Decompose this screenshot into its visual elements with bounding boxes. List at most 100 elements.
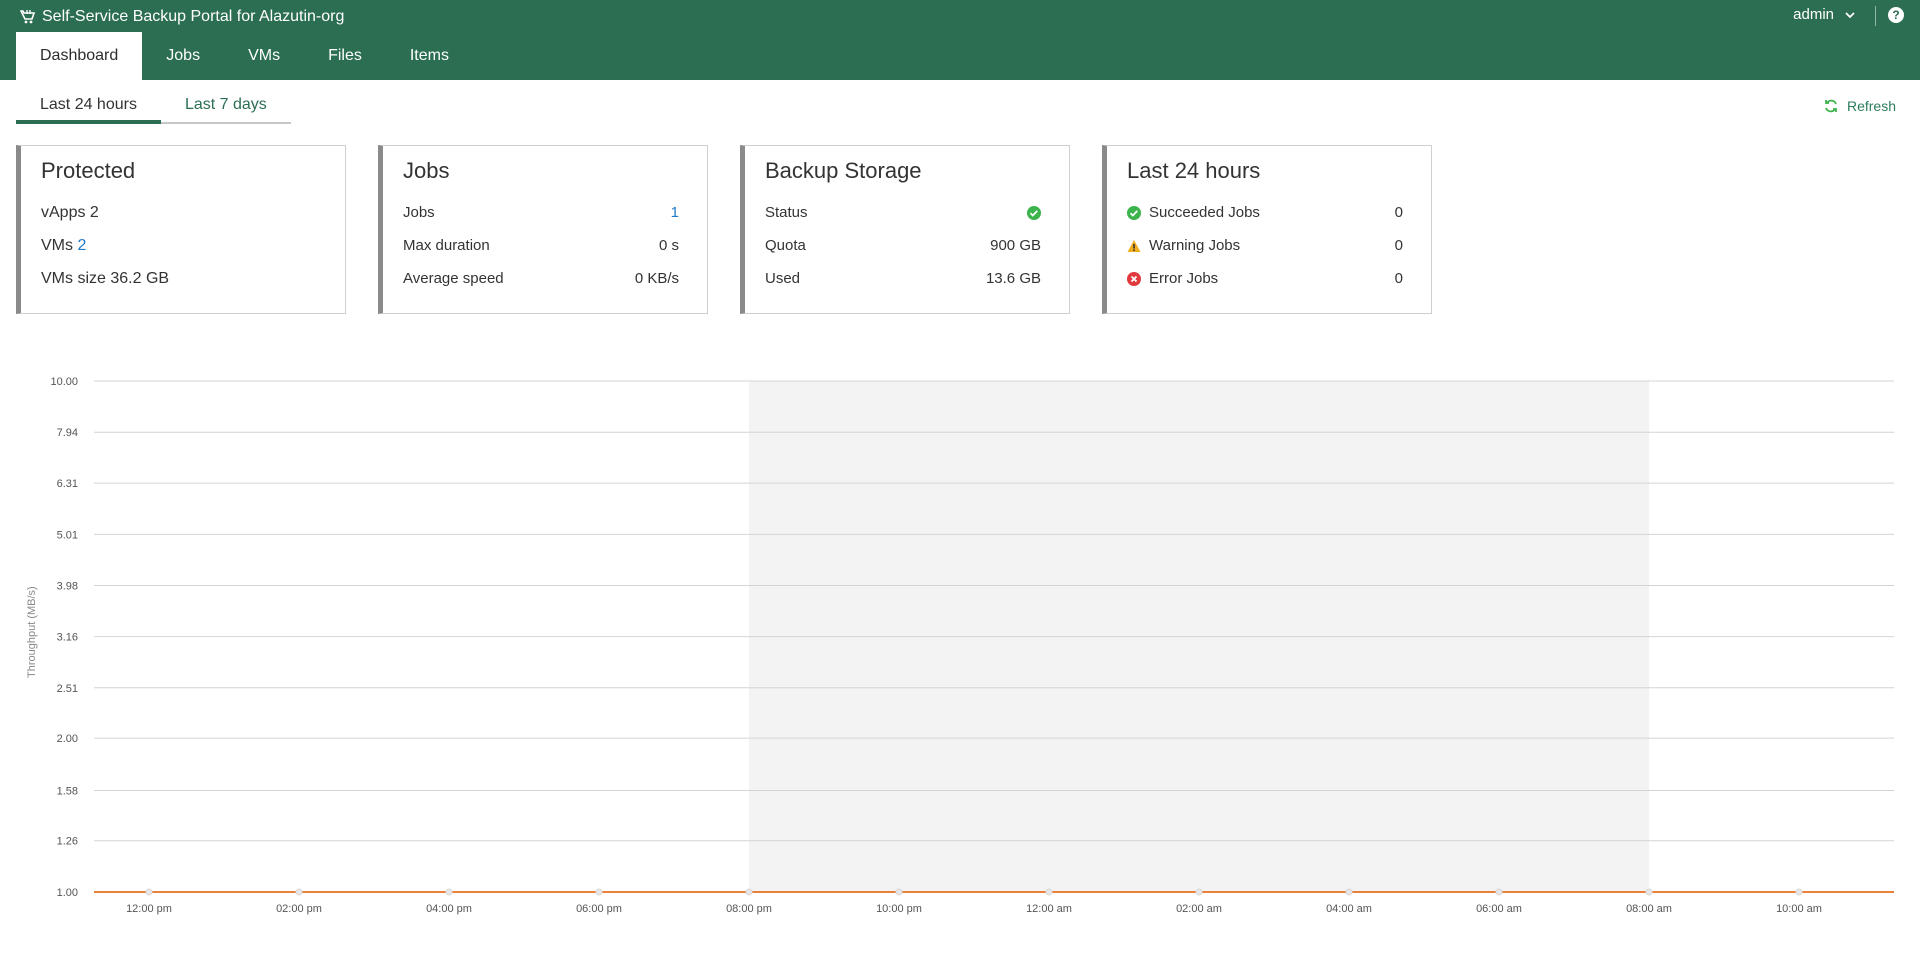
x-tick-label: 12:00 am xyxy=(1026,903,1072,915)
stat-label-group: Warning Jobs xyxy=(1127,237,1240,254)
throughput-chart-svg: 10.00 7.94 6.31 5.01 3.98 3.16 2.51 2.00 1.58 1.2… xyxy=(50,376,1894,915)
x-tick-label: 12:00 pm xyxy=(126,903,172,915)
stat-row-average-speed: Average speed 0 KB/s xyxy=(403,270,679,287)
card-title: Last 24 hours xyxy=(1127,158,1261,183)
last-24-hours-card: Last 24 hours xyxy=(1102,145,1432,314)
stat-label: VMs xyxy=(41,237,73,254)
stat-row-error: Error Jobs 0 xyxy=(1127,270,1403,287)
stat-row-vms-size: VMs size 36.2 GB xyxy=(41,270,317,288)
data-point xyxy=(745,888,753,896)
x-tick-label: 08:00 pm xyxy=(726,903,772,915)
data-point xyxy=(595,888,603,896)
x-tick-label: 04:00 pm xyxy=(426,903,472,915)
stat-label: Average speed xyxy=(403,270,504,287)
y-tick-label: 3.16 xyxy=(57,632,78,644)
stat-row-succeeded: Succeeded Jobs 0 xyxy=(1127,204,1403,221)
stat-label-group: Succeeded Jobs xyxy=(1127,204,1260,221)
card-title: Protected xyxy=(41,158,136,183)
stat-row-status: Status xyxy=(765,204,1041,221)
data-point xyxy=(1045,888,1053,896)
card-title: Backup Storage xyxy=(765,158,922,183)
data-point xyxy=(445,888,453,896)
stat-value: 0 s xyxy=(658,237,679,254)
stat-row-vapps: vApps 2 xyxy=(41,204,317,222)
data-point xyxy=(1495,888,1503,896)
x-tick-label: 10:00 am xyxy=(1776,903,1822,915)
user-menu[interactable]: admin xyxy=(1793,6,1856,23)
header-divider xyxy=(1875,6,1876,26)
tab-jobs[interactable]: Jobs xyxy=(142,32,224,80)
y-tick-label: 7.94 xyxy=(57,427,78,439)
period-tabs: Last 24 hours Last 7 days xyxy=(16,92,291,124)
warning-icon xyxy=(1127,239,1141,252)
stat-value: 13.6 GB xyxy=(985,270,1041,287)
chevron-down-icon xyxy=(1845,11,1855,18)
y-tick-label: 5.01 xyxy=(57,529,78,541)
stat-value: 2 xyxy=(89,204,99,221)
data-point xyxy=(1795,888,1803,896)
y-tick-label: 1.58 xyxy=(57,785,78,797)
stat-value: 0 KB/s xyxy=(634,270,679,287)
y-axis-title: Throughput (MB/s) xyxy=(26,586,38,678)
stat-label: Used xyxy=(765,270,801,287)
stat-label: vApps xyxy=(41,204,86,221)
stat-label: VMs size xyxy=(41,270,106,287)
throughput-chart: 10.00 7.94 6.31 5.01 3.98 3.16 2.51 2.00 1.58 1.2… xyxy=(0,370,1920,930)
stat-label: Status xyxy=(765,204,808,221)
stat-value: 0 xyxy=(1394,204,1403,221)
stat-row-jobs: Jobs 1 xyxy=(403,204,679,221)
backup-storage-card: Backup Storage xyxy=(740,145,1070,314)
tab-last-7-days[interactable]: Last 7 days xyxy=(160,92,291,124)
tab-dashboard[interactable]: Dashboard xyxy=(16,32,143,80)
help-icon[interactable]: ? xyxy=(1888,7,1904,23)
x-tick-label: 04:00 am xyxy=(1326,903,1372,915)
x-tick-label: 02:00 pm xyxy=(276,903,322,915)
stat-label: Succeeded Jobs xyxy=(1149,204,1260,221)
data-point xyxy=(295,888,303,896)
tab-items[interactable]: Items xyxy=(386,32,473,80)
y-tick-label: 6.31 xyxy=(57,478,78,490)
y-tick-label: 1.00 xyxy=(57,887,78,899)
y-tick-label: 2.00 xyxy=(57,733,78,745)
tab-last-24-hours[interactable]: Last 24 hours xyxy=(16,92,161,124)
stat-row-quota: Quota 900 GB xyxy=(765,237,1041,254)
error-icon xyxy=(1127,271,1141,286)
data-point xyxy=(1645,888,1653,896)
protected-card: Protected xyxy=(16,145,346,314)
stat-value: 0 xyxy=(1394,237,1403,254)
vms-count-link[interactable]: 2 xyxy=(77,237,86,254)
y-tick-label: 2.51 xyxy=(57,683,78,695)
refresh-icon xyxy=(1825,99,1837,113)
jobs-count-link[interactable]: 1 xyxy=(671,204,679,221)
x-tick-label: 02:00 am xyxy=(1176,903,1222,915)
y-tick-label: 10.00 xyxy=(50,376,78,388)
data-point xyxy=(1345,888,1353,896)
refresh-button[interactable]: Refresh xyxy=(1823,98,1896,114)
user-name: admin xyxy=(1793,6,1834,23)
app-brand: Self-Service Backup Portal for Alazutin-… xyxy=(20,7,344,27)
refresh-label: Refresh xyxy=(1846,98,1896,114)
success-icon xyxy=(1127,205,1141,220)
y-tick-label: 3.98 xyxy=(57,580,78,592)
data-point xyxy=(895,888,903,896)
stat-value: 36.2 GB xyxy=(110,270,170,287)
stat-row-vms: VMs 2 xyxy=(41,237,317,255)
card-title: Jobs xyxy=(403,158,450,183)
top-bar: Self-Service Backup Portal for Alazutin-… xyxy=(0,0,1920,80)
stat-label-group: Error Jobs xyxy=(1127,270,1218,287)
data-point xyxy=(145,888,153,896)
stat-row-used: Used 13.6 GB xyxy=(765,270,1041,287)
stat-value: 0 xyxy=(1394,270,1403,287)
tab-files[interactable]: Files xyxy=(304,32,386,80)
stat-label: Warning Jobs xyxy=(1149,237,1241,254)
tab-vms[interactable]: VMs xyxy=(224,32,304,80)
jobs-card: Jobs xyxy=(378,145,708,314)
stat-value: 900 GB xyxy=(990,237,1041,254)
x-tick-label: 06:00 pm xyxy=(576,903,622,915)
stat-label: Max duration xyxy=(403,237,490,254)
stat-label: Error Jobs xyxy=(1149,270,1219,287)
stat-label: Quota xyxy=(765,237,806,254)
stat-label: Jobs xyxy=(403,204,435,221)
app-title: Self-Service Backup Portal for Alazutin-… xyxy=(42,8,345,25)
x-tick-label: 08:00 am xyxy=(1626,903,1672,915)
